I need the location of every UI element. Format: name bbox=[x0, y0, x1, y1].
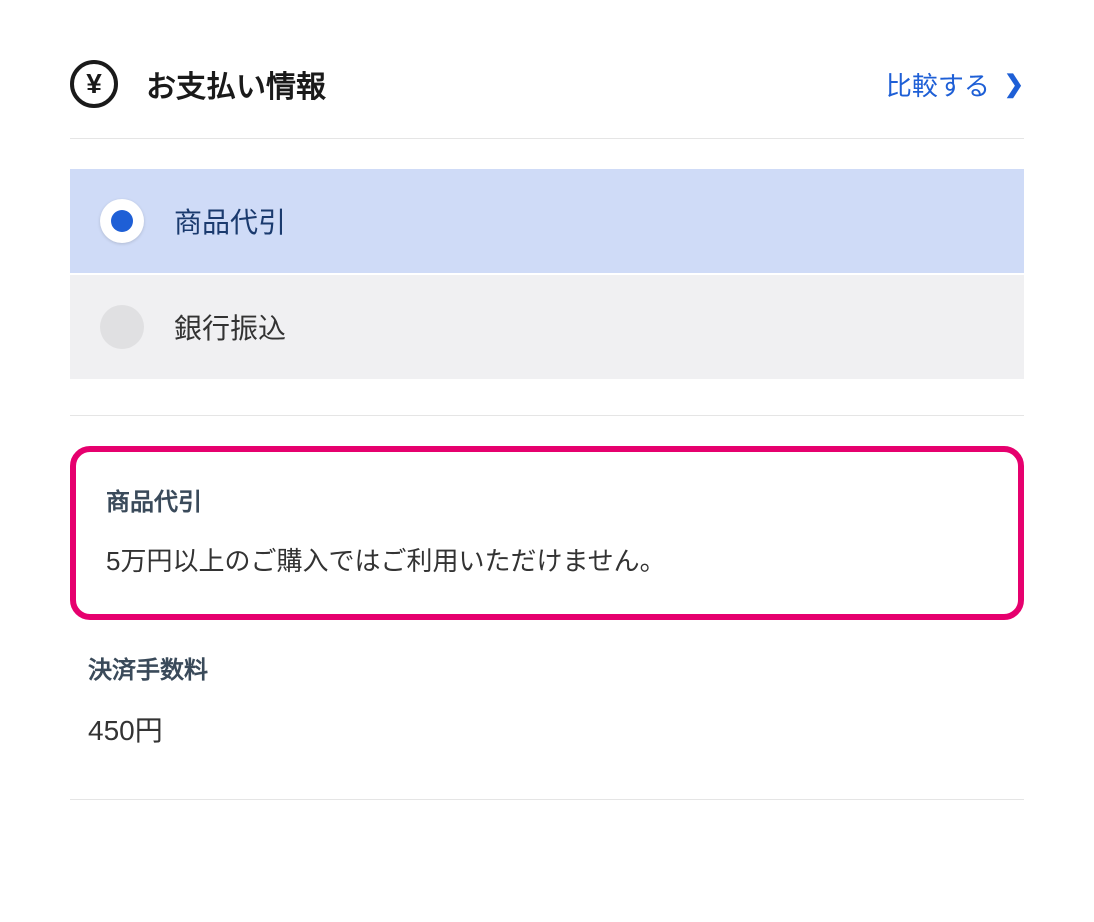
compare-link-label: 比較する bbox=[886, 66, 990, 103]
chevron-right-icon: ❯ bbox=[1004, 70, 1024, 99]
divider bbox=[70, 415, 1024, 416]
payment-option-cod[interactable]: 商品代引 bbox=[70, 169, 1024, 273]
radio-selected-icon bbox=[100, 199, 144, 243]
fee-section: 決済手数料 450円 bbox=[70, 650, 1024, 749]
bottom-divider bbox=[70, 799, 1024, 800]
payment-option-label: 商品代引 bbox=[174, 201, 286, 241]
info-box-text: 5万円以上のご購入ではご利用いただけません。 bbox=[106, 541, 988, 578]
fee-value: 450円 bbox=[88, 709, 1006, 749]
payment-options-list: 商品代引 銀行振込 bbox=[70, 169, 1024, 379]
yen-icon: ¥ bbox=[70, 60, 118, 108]
fee-title: 決済手数料 bbox=[88, 650, 1006, 685]
payment-header: ¥ お支払い情報 比較する ❯ bbox=[70, 60, 1024, 139]
compare-link[interactable]: 比較する ❯ bbox=[886, 66, 1024, 103]
radio-unselected-icon bbox=[100, 305, 144, 349]
info-box-title: 商品代引 bbox=[106, 482, 988, 517]
payment-option-bank[interactable]: 銀行振込 bbox=[70, 275, 1024, 379]
section-title: お支払い情報 bbox=[146, 62, 326, 106]
payment-option-label: 銀行振込 bbox=[174, 307, 286, 347]
radio-inner-dot bbox=[111, 210, 133, 232]
header-left: ¥ お支払い情報 bbox=[70, 60, 326, 108]
payment-info-box: 商品代引 5万円以上のご購入ではご利用いただけません。 bbox=[70, 446, 1024, 620]
